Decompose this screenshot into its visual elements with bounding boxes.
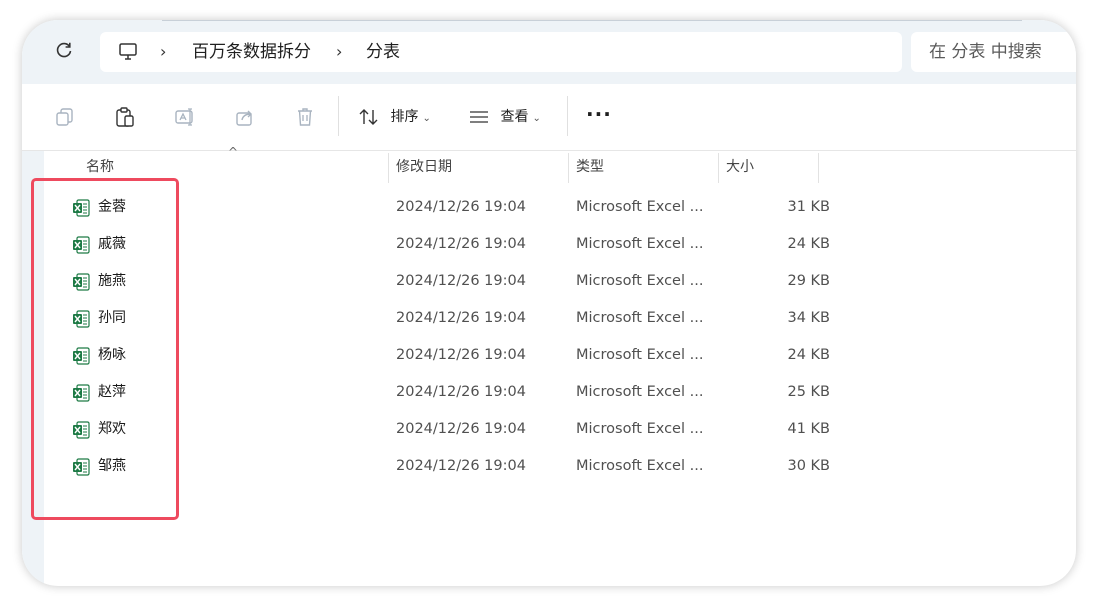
file-size: 34 KB [787, 310, 830, 326]
file-size: 24 KB [787, 236, 830, 252]
sort-button[interactable]: 排序 ⌄ [358, 104, 431, 130]
chevron-right-icon[interactable]: › [160, 41, 166, 63]
sort-icon [358, 109, 380, 125]
search-input[interactable]: 在 分表 中搜索 [911, 32, 1076, 72]
file-type: Microsoft Excel ... [576, 421, 704, 437]
column-header-size[interactable]: 大小 [726, 151, 754, 182]
file-modified-date: 2024/12/26 19:04 [396, 273, 526, 289]
chevron-down-icon: ⌄ [532, 113, 541, 124]
file-type: Microsoft Excel ... [576, 273, 704, 289]
file-type: Microsoft Excel ... [576, 347, 704, 363]
file-explorer-window: › 百万条数据拆分 › 分表 在 分表 中搜索 排序 ⌄ 查看 ⌄ ··· ^ … [22, 20, 1076, 586]
file-modified-date: 2024/12/26 19:04 [396, 310, 526, 326]
file-modified-date: 2024/12/26 19:04 [396, 199, 526, 215]
file-modified-date: 2024/12/26 19:04 [396, 347, 526, 363]
sort-ascending-icon: ^ [228, 145, 239, 159]
file-size: 25 KB [787, 384, 830, 400]
view-icon [468, 109, 490, 125]
file-size: 31 KB [787, 199, 830, 215]
file-type: Microsoft Excel ... [576, 310, 704, 326]
file-size: 29 KB [787, 273, 830, 289]
breadcrumb-item-parent[interactable]: 百万条数据拆分 [192, 40, 311, 64]
file-size: 30 KB [787, 458, 830, 474]
this-pc-icon[interactable] [118, 42, 138, 62]
file-modified-date: 2024/12/26 19:04 [396, 236, 526, 252]
delete-icon[interactable] [294, 106, 316, 128]
file-size: 24 KB [787, 347, 830, 363]
rename-icon[interactable] [174, 106, 196, 128]
file-type: Microsoft Excel ... [576, 199, 704, 215]
view-button[interactable]: 查看 ⌄ [468, 104, 541, 130]
address-bar-area: › 百万条数据拆分 › 分表 在 分表 中搜索 [22, 20, 1076, 84]
column-divider[interactable] [568, 153, 569, 183]
column-divider[interactable] [388, 153, 389, 183]
sort-label: 排序 [390, 109, 419, 125]
copy-icon[interactable] [54, 106, 76, 128]
share-icon[interactable] [234, 106, 256, 128]
more-icon[interactable]: ··· [586, 102, 612, 126]
toolbar-divider [338, 96, 339, 136]
column-header-type[interactable]: 类型 [576, 151, 604, 182]
highlight-annotation-box [31, 178, 179, 520]
file-type: Microsoft Excel ... [576, 384, 704, 400]
chevron-right-icon[interactable]: › [336, 41, 342, 63]
paste-icon[interactable] [114, 106, 136, 128]
file-modified-date: 2024/12/26 19:04 [396, 384, 526, 400]
file-modified-date: 2024/12/26 19:04 [396, 458, 526, 474]
file-list: ^ 名称 修改日期 类型 大小 金蓉 2024/12/26 19:04 Micr… [22, 145, 1076, 586]
command-bar: 排序 ⌄ 查看 ⌄ ··· [22, 84, 1076, 151]
file-modified-date: 2024/12/26 19:04 [396, 421, 526, 437]
view-label: 查看 [500, 109, 529, 125]
column-divider[interactable] [818, 153, 819, 183]
file-type: Microsoft Excel ... [576, 458, 704, 474]
tab-strip-edge [162, 20, 1022, 21]
breadcrumb-item-current[interactable]: 分表 [366, 40, 400, 64]
file-size: 41 KB [787, 421, 830, 437]
column-header-modified[interactable]: 修改日期 [396, 151, 452, 182]
column-divider[interactable] [718, 153, 719, 183]
breadcrumb[interactable]: › 百万条数据拆分 › 分表 [100, 32, 902, 72]
toolbar-divider [567, 96, 568, 136]
refresh-icon[interactable] [52, 40, 76, 64]
chevron-down-icon: ⌄ [422, 113, 431, 124]
file-type: Microsoft Excel ... [576, 236, 704, 252]
